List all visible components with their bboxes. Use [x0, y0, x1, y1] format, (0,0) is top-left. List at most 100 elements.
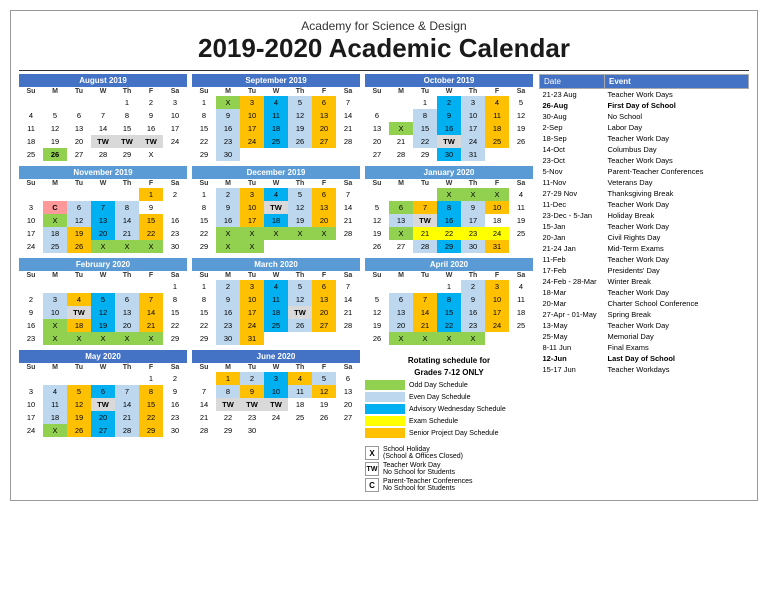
cell: 22: [139, 227, 163, 240]
cell: 7: [139, 293, 163, 306]
cell: 10: [163, 109, 187, 122]
cell: 30: [216, 148, 240, 161]
cell: 4: [264, 96, 288, 109]
cell: 20: [91, 227, 115, 240]
cell: 7: [91, 109, 115, 122]
cell: 13: [312, 201, 336, 214]
odd-day-color: [365, 380, 405, 390]
cell: 7: [413, 201, 437, 214]
april-calendar: April 2020 SuMTuWThFSa 1 2 3 4: [365, 258, 533, 345]
cell: 17: [19, 411, 43, 424]
symbol-legend: X School Holiday(School & Offices Closed…: [365, 446, 533, 492]
cell: 4: [288, 372, 312, 385]
cell: 13: [91, 214, 115, 227]
cell: [19, 372, 43, 385]
lower-calendar-row: February 2020 SuMTuWThFSa 1: [19, 258, 533, 350]
header: Academy for Science & Design 2019-2020 A…: [19, 19, 749, 64]
cell: 30: [216, 332, 240, 345]
event-row: 11-Nov Veterans Day: [540, 177, 749, 188]
august-table: SuMTuWThFSa 1 2 3 4 5: [19, 87, 187, 161]
cell: 21: [413, 227, 437, 240]
september-calendar: September 2019 SuMTuWThFSa 1 X 3 4 5 6 7: [192, 74, 360, 161]
cell: 5: [509, 96, 533, 109]
may-calendar: May 2020 SuMTuWThFSa 1 2: [19, 350, 187, 487]
x-label: School Holiday(School & Offices Closed): [383, 446, 463, 460]
cell: 2: [240, 372, 264, 385]
cell: 12: [365, 306, 389, 319]
cell: 19: [312, 398, 336, 411]
cell: 17: [240, 306, 264, 319]
cell: X: [43, 214, 67, 227]
event-desc: No School: [605, 111, 749, 122]
february-table: SuMTuWThFSa 1 2 3: [19, 271, 187, 345]
cell: 2: [216, 280, 240, 293]
cell: 9: [461, 201, 485, 214]
cell: 6: [336, 372, 360, 385]
cell: 1: [139, 372, 163, 385]
event-desc: Thanksgiving Break: [605, 188, 749, 199]
cell: 26: [43, 148, 67, 161]
cell: 12: [312, 385, 336, 398]
cell: [312, 332, 336, 345]
cell: 3: [163, 96, 187, 109]
cell: [115, 188, 139, 201]
cell: 23: [163, 411, 187, 424]
february-header: February 2020: [19, 258, 187, 271]
cell: 6: [91, 385, 115, 398]
cell: 18: [67, 319, 91, 332]
legend-exam: Exam Schedule: [365, 416, 533, 426]
cell: 14: [115, 398, 139, 411]
cell: 2: [437, 96, 461, 109]
event-row: 21-24 Jan Mid-Term Exams: [540, 243, 749, 254]
event-row: 20-Mar Charter School Conference: [540, 298, 749, 309]
cell: 16: [461, 306, 485, 319]
cell: 27: [336, 411, 360, 424]
cell: X: [115, 240, 139, 253]
cell: 4: [264, 188, 288, 201]
cell: 23: [240, 411, 264, 424]
cell: 3: [461, 96, 485, 109]
cell: [336, 424, 360, 437]
event-desc: Teacher Work Days: [605, 155, 749, 166]
cell: 14: [115, 214, 139, 227]
cell: 23: [19, 332, 43, 345]
event-desc: Veterans Day: [605, 177, 749, 188]
event-desc: Teacher Work Day: [605, 199, 749, 210]
event-date: 13-May: [540, 320, 605, 331]
cell: 6: [115, 293, 139, 306]
even-day-label: Even Day Schedule: [409, 394, 470, 401]
november-calendar: November 2019 SuMTuWThFSa 1 2: [19, 166, 187, 253]
cell: 5: [365, 201, 389, 214]
cell: 19: [365, 319, 389, 332]
cell: X: [437, 332, 461, 345]
event-date: 23-Oct: [540, 155, 605, 166]
cell: [264, 148, 288, 161]
event-row: 15-17 Jun Teacher Workdays: [540, 364, 749, 375]
cell: 14: [91, 122, 115, 135]
c-legend-item: C Parent-Teacher ConferencesNo School fo…: [365, 478, 533, 492]
april-header: April 2020: [365, 258, 533, 271]
cell: 17: [240, 122, 264, 135]
cell: 1: [163, 280, 187, 293]
cell: 21: [336, 306, 360, 319]
cell: 22: [437, 227, 461, 240]
event-panel: Date Event 21-23 Aug Teacher Work Days 2…: [539, 74, 749, 492]
cell: X: [312, 227, 336, 240]
cell: 16: [163, 214, 187, 227]
cell: 11: [485, 109, 509, 122]
cell: [91, 96, 115, 109]
cell: 28: [336, 135, 360, 148]
event-date: 23-Dec - 5-Jan: [540, 210, 605, 221]
cell: 5: [288, 96, 312, 109]
cell: 26: [288, 135, 312, 148]
cell: 13: [389, 306, 413, 319]
cell: 19: [509, 214, 533, 227]
cell: 20: [312, 306, 336, 319]
cell: 5: [67, 385, 91, 398]
cell: 27: [389, 240, 413, 253]
cell: 8: [413, 109, 437, 122]
cell: 30: [240, 424, 264, 437]
january-header: January 2020: [365, 166, 533, 179]
middle-calendar-row: November 2019 SuMTuWThFSa 1 2: [19, 166, 533, 258]
cell: 28: [336, 319, 360, 332]
